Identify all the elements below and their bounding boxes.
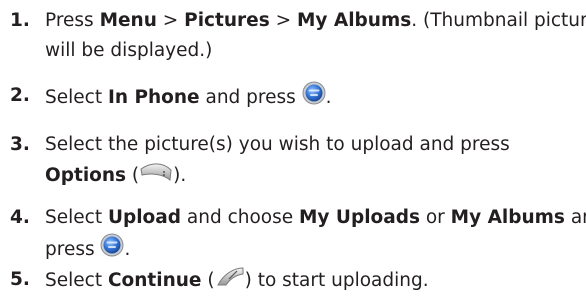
step-text-continued: press . (45, 233, 130, 267)
my-albums-label: My Albums (296, 10, 412, 31)
menu-label: Menu (99, 10, 157, 31)
my-albums-label: My Albums (450, 207, 565, 228)
my-uploads-label: My Uploads (299, 207, 420, 228)
step-number: 5. (10, 269, 30, 290)
step-text-continued: Options (). (45, 160, 186, 192)
step-number: 2. (10, 85, 30, 106)
step-number: 4. (10, 207, 30, 228)
continue-label: Continue (107, 270, 202, 291)
in-phone-label: In Phone (107, 87, 200, 108)
step-number: 3. (10, 134, 30, 155)
step-text: Select Upload and choose My Uploads or M… (45, 207, 586, 228)
right-softkey-icon (139, 160, 173, 192)
instruction-steps: 1. Press Menu > Pictures > My Albums. (T… (0, 0, 586, 299)
step-text: Select Continue () to start uploading. (45, 265, 429, 297)
left-softkey-icon (215, 265, 245, 297)
step-text-continued: will be displayed.) (45, 40, 213, 61)
step-text: Select In Phone and press . (45, 81, 332, 115)
options-label: Options (45, 165, 127, 186)
menu-ok-key-icon (100, 233, 124, 267)
step-text: Press Menu > Pictures > My Albums. (Thum… (45, 10, 586, 31)
menu-ok-key-icon (302, 81, 326, 115)
step-number: 1. (10, 10, 30, 31)
step-text: Select the picture(s) you wish to upload… (45, 134, 510, 155)
pictures-label: Pictures (184, 10, 270, 31)
upload-label: Upload (107, 207, 181, 228)
